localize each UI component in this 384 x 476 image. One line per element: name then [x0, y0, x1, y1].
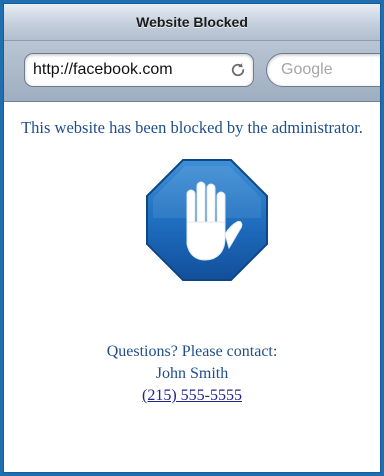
- contact-name: John Smith: [155, 365, 229, 382]
- contact-block: Questions? Please contact: John Smith (2…: [4, 341, 380, 407]
- blocked-page-content: This website has been blocked by the adm…: [4, 102, 380, 472]
- stop-hand-icon: [145, 158, 269, 282]
- contact-phone-link[interactable]: (215) 555-5555: [142, 387, 242, 404]
- contact-heading: Questions? Please contact:: [106, 343, 278, 360]
- address-bar[interactable]: http://facebook.com: [24, 53, 254, 87]
- blocked-message: This website has been blocked by the adm…: [21, 118, 363, 137]
- page-title: Website Blocked: [136, 14, 248, 30]
- reload-icon[interactable]: [223, 55, 253, 85]
- search-placeholder: Google: [281, 61, 333, 78]
- title-bar: Website Blocked: [4, 4, 380, 41]
- search-field[interactable]: Google: [266, 53, 380, 87]
- address-bar-url[interactable]: http://facebook.com: [25, 61, 223, 79]
- browser-window: Website Blocked http://facebook.com Goog…: [4, 4, 380, 472]
- browser-toolbar: http://facebook.com Google: [4, 41, 380, 102]
